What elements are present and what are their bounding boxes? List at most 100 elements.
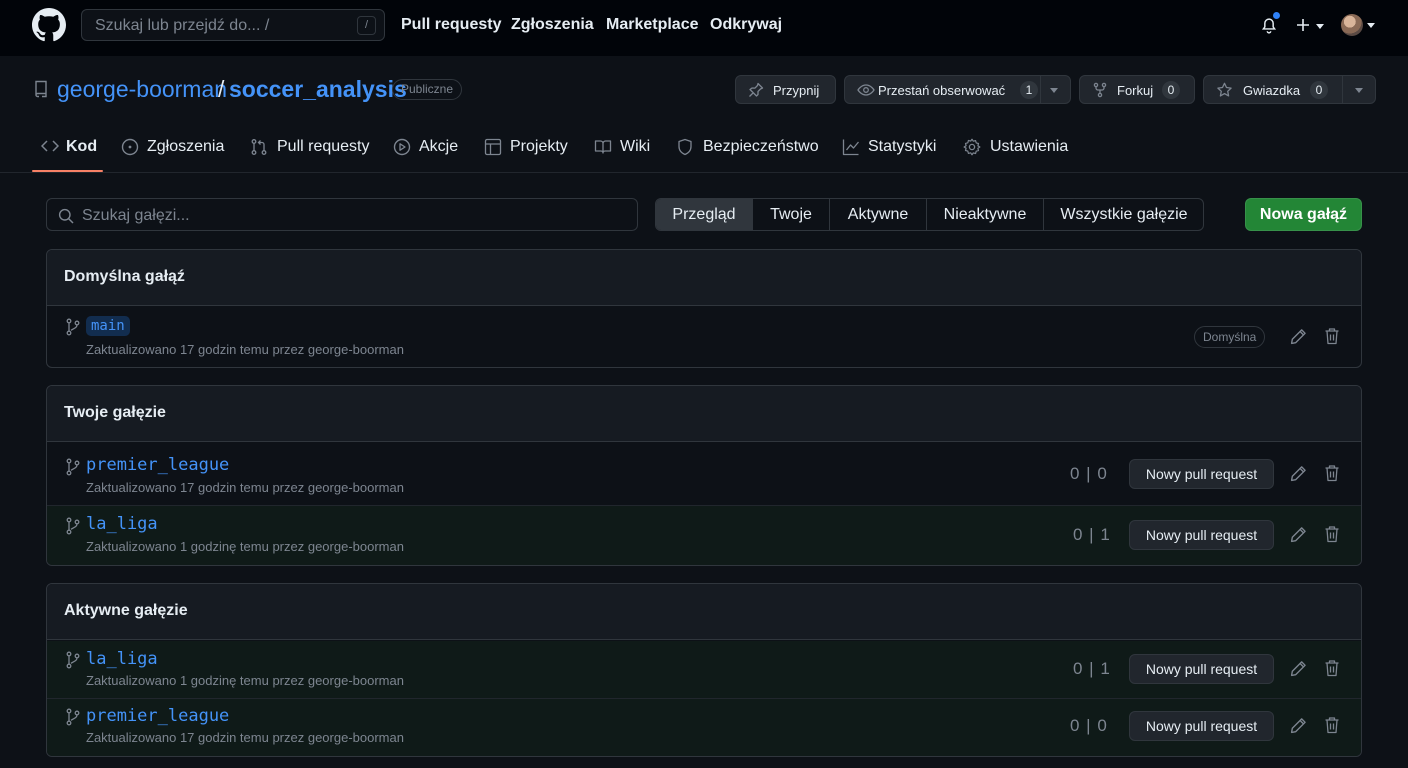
star-list-caret-icon[interactable] — [1355, 88, 1363, 93]
pin-icon — [748, 82, 764, 98]
tab-issues-label: Zgłoszenia — [147, 138, 225, 155]
pencil-icon[interactable] — [1290, 465, 1307, 482]
branch-row: la_liga Zaktualizowano 1 godzinę temu pr… — [47, 641, 1361, 698]
fork-button[interactable]: Forkuj 0 — [1079, 75, 1195, 104]
tab-actions-label: Akcje — [419, 138, 459, 155]
gear-icon — [963, 138, 981, 156]
fork-label: Forkuj — [1117, 83, 1154, 98]
trash-icon[interactable] — [1324, 525, 1340, 543]
create-new-caret-icon[interactable] — [1316, 24, 1324, 29]
branch-name-link[interactable]: premier_league — [86, 706, 229, 726]
star-count: 0 — [1310, 81, 1328, 99]
tab-pull-requests-label: Pull requesty — [277, 138, 370, 155]
pencil-icon[interactable] — [1290, 328, 1307, 345]
pencil-icon[interactable] — [1290, 526, 1307, 543]
tab-wiki-label: Wiki — [620, 138, 651, 155]
pin-button[interactable]: Przypnij — [735, 75, 836, 104]
star-label: Gwiazdka — [1243, 83, 1301, 98]
global-header: Szukaj lub przejdź do... / / Pull reques… — [0, 0, 1408, 56]
branch-name-link[interactable]: main — [86, 316, 130, 336]
ahead-behind-count: 0 | 1 — [1073, 659, 1111, 678]
git-branch-icon — [65, 458, 81, 476]
git-branch-icon — [65, 517, 81, 535]
trash-icon[interactable] — [1324, 327, 1340, 345]
pencil-icon[interactable] — [1290, 660, 1307, 677]
topnav-marketplace[interactable]: Marketplace — [606, 16, 699, 34]
star-icon — [1216, 82, 1233, 98]
branch-updated-meta: Zaktualizowano 17 godzin temu przez geor… — [86, 480, 404, 495]
pencil-icon[interactable] — [1290, 717, 1307, 734]
filter-active[interactable]: Aktywne — [830, 199, 927, 230]
branch-name-link[interactable]: premier_league — [86, 455, 229, 475]
panel-header: Domyślna gałąź — [47, 250, 1361, 306]
branch-row: main Zaktualizowano 17 godzin temu przez… — [47, 307, 1361, 367]
branch-row: la_liga Zaktualizowano 1 godzinę temu pr… — [47, 506, 1361, 565]
button-separator — [1342, 76, 1343, 103]
tab-insights-label: Statystyki — [868, 138, 937, 155]
panel-title: Domyślna gałąź — [64, 268, 185, 285]
create-new-plus-icon[interactable] — [1296, 18, 1310, 32]
trash-icon[interactable] — [1324, 464, 1340, 482]
new-pull-request-button[interactable]: Nowy pull request — [1129, 459, 1274, 489]
branch-updated-meta: Zaktualizowano 17 godzin temu przez geor… — [86, 342, 404, 357]
git-branch-icon — [65, 318, 81, 336]
branch-updated-meta: Zaktualizowano 1 godzinę temu przez geor… — [86, 673, 404, 688]
tabs-divider — [0, 172, 1408, 173]
new-pull-request-button[interactable]: Nowy pull request — [1129, 654, 1274, 684]
watch-caret-icon[interactable] — [1050, 88, 1058, 93]
ahead-behind-count: 0 | 0 — [1070, 464, 1108, 483]
eye-icon — [857, 82, 875, 98]
new-pull-request-button[interactable]: Nowy pull request — [1129, 711, 1274, 741]
branch-filter-segmented: Przegląd Twoje Aktywne Nieaktywne Wszyst… — [655, 198, 1204, 231]
global-search-placeholder: Szukaj lub przejdź do... / — [95, 17, 270, 34]
branch-name-link[interactable]: la_liga — [86, 514, 158, 534]
panel-header: Aktywne gałęzie — [47, 584, 1361, 640]
topnav-explore[interactable]: Odkrywaj — [710, 16, 782, 34]
pull-request-icon — [250, 138, 268, 156]
repo-path-separator: / — [218, 76, 225, 102]
topnav-issues[interactable]: Zgłoszenia — [511, 16, 594, 34]
search-shortcut-key: / — [357, 16, 376, 35]
user-avatar[interactable] — [1341, 14, 1363, 36]
trash-icon[interactable] — [1324, 659, 1340, 677]
git-branch-icon — [65, 708, 81, 726]
filter-overview[interactable]: Przegląd — [656, 199, 753, 230]
branch-name-link[interactable]: la_liga — [86, 649, 158, 669]
unwatch-button[interactable]: Przestań obserwować 1 — [844, 75, 1071, 104]
branch-search-input[interactable]: Szukaj gałęzi... — [46, 198, 638, 231]
pin-label: Przypnij — [773, 83, 820, 98]
repo-visibility-badge: Publiczne — [392, 79, 463, 100]
filter-all-branches[interactable]: Wszystkie gałęzie — [1044, 199, 1203, 230]
ahead-behind-count: 0 | 0 — [1070, 716, 1108, 735]
panel-title: Aktywne gałęzie — [64, 602, 188, 619]
star-button[interactable]: Gwiazdka 0 — [1203, 75, 1376, 104]
search-icon — [58, 208, 74, 224]
button-separator — [1040, 76, 1041, 103]
tab-security-label: Bezpieczeństwo — [703, 138, 819, 155]
unwatch-label: Przestań obserwować — [878, 83, 1006, 98]
notification-unread-dot — [1272, 11, 1281, 20]
new-branch-button[interactable]: Nowa gałąź — [1245, 198, 1362, 231]
filter-yours[interactable]: Twoje — [753, 199, 830, 230]
book-icon — [594, 138, 612, 156]
ahead-behind-count: 0 | 1 — [1073, 525, 1111, 544]
repo-name-link[interactable]: soccer_analysis — [229, 76, 407, 103]
global-search-input[interactable]: Szukaj lub przejdź do... / / — [81, 9, 385, 41]
graph-icon — [842, 138, 860, 156]
github-logo-icon[interactable] — [32, 8, 66, 42]
branch-row: premier_league Zaktualizowano 17 godzin … — [47, 699, 1361, 756]
your-branches-panel: Twoje gałęzie premier_league Zaktualizow… — [46, 385, 1362, 566]
panel-header: Twoje gałęzie — [47, 386, 1361, 442]
new-pull-request-button[interactable]: Nowy pull request — [1129, 520, 1274, 550]
user-menu-caret-icon[interactable] — [1367, 23, 1375, 28]
repo-owner-link[interactable]: george-boorman — [57, 76, 227, 103]
branch-updated-meta: Zaktualizowano 17 godzin temu przez geor… — [86, 730, 404, 745]
watch-count: 1 — [1020, 81, 1038, 99]
trash-icon[interactable] — [1324, 716, 1340, 734]
repo-icon — [33, 80, 49, 98]
active-branches-panel: Aktywne gałęzie la_liga Zaktualizowano 1… — [46, 583, 1362, 757]
filter-stale[interactable]: Nieaktywne — [927, 199, 1044, 230]
panel-title: Twoje gałęzie — [64, 404, 166, 421]
code-icon — [41, 138, 59, 154]
topnav-pull-requests[interactable]: Pull requesty — [401, 16, 501, 34]
